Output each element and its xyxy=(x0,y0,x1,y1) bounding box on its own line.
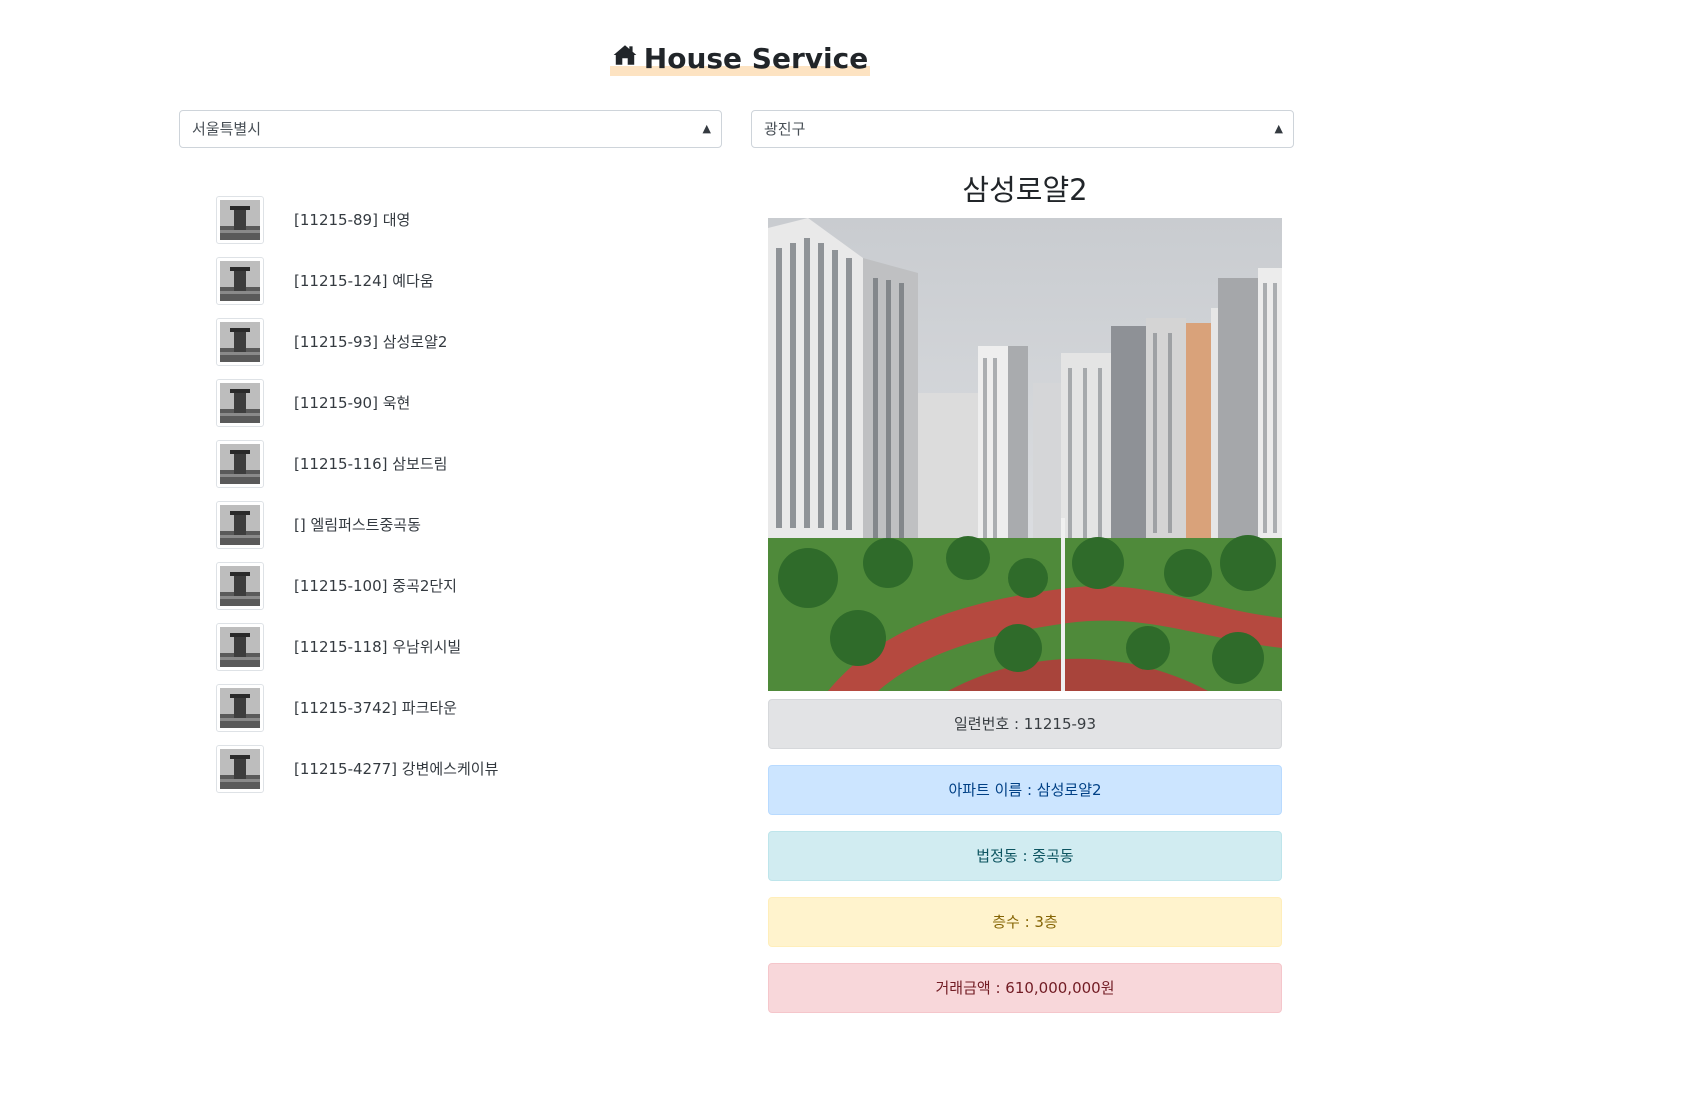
apartment-label: [11215-116] 삼보드림 xyxy=(294,455,448,473)
apartment-photo xyxy=(768,218,1282,691)
house-icon xyxy=(612,42,638,76)
legal-dong-info: 법정동 : 중곡동 xyxy=(768,831,1282,881)
apartment-label: [11215-3742] 파크타운 xyxy=(294,699,457,717)
brand[interactable]: House Service xyxy=(609,42,871,76)
floor-info: 층수 : 3층 xyxy=(768,897,1282,947)
apartment-label: [11215-93] 삼성로얄2 xyxy=(294,333,448,351)
sido-select-value: 서울특별시 xyxy=(192,120,262,138)
page-title: House Service xyxy=(643,42,869,75)
apartment-list-item[interactable]: [11215-116] 삼보드림 xyxy=(216,433,696,494)
apartment-label: [11215-118] 우남위시빌 xyxy=(294,638,462,656)
apartment-thumbnail xyxy=(216,378,264,427)
apartment-thumbnail xyxy=(216,744,264,793)
apartment-label: [11215-124] 예다움 xyxy=(294,272,434,290)
apartment-label: [11215-4277] 강변에스케이뷰 xyxy=(294,760,499,778)
apartment-name-info: 아파트 이름 : 삼성로얄2 xyxy=(768,765,1282,815)
select-caret-icon: ▲ xyxy=(702,122,711,135)
apartment-detail: 삼성로얄2 일련번호: 11215-93 아파트 이름: 삼성로얄2 법정동… xyxy=(768,166,1282,1013)
apartment-list-item[interactable]: [11215-3742] 파크타운 xyxy=(216,677,696,738)
apartment-thumbnail xyxy=(216,256,264,305)
select-caret-icon: ▲ xyxy=(1274,122,1283,135)
gugun-select[interactable]: 광진구 ▲ xyxy=(751,110,1294,148)
apartment-list-item[interactable]: [11215-89] 대영 xyxy=(216,189,696,250)
apartment-thumbnail xyxy=(216,195,264,244)
apartment-list-item[interactable]: [11215-118] 우남위시빌 xyxy=(216,616,696,677)
apartment-thumbnail xyxy=(216,439,264,488)
apartment-list-item[interactable]: [11215-93] 삼성로얄2 xyxy=(216,311,696,372)
apartment-list-item[interactable]: [11215-90] 욱현 xyxy=(216,372,696,433)
apartment-thumbnail xyxy=(216,683,264,732)
apartment-label: [11215-90] 욱현 xyxy=(294,394,411,412)
apartment-list-item[interactable]: [11215-4277] 강변에스케이뷰 xyxy=(216,738,696,799)
detail-title: 삼성로얄2 xyxy=(962,173,1088,207)
serial-number-info: 일련번호 : 11215-93 xyxy=(768,699,1282,749)
apartment-label: [11215-89] 대영 xyxy=(294,211,411,229)
apartment-list-item[interactable]: [11215-124] 예다움 xyxy=(216,250,696,311)
apartment-thumbnail xyxy=(216,317,264,366)
sido-select[interactable]: 서울특별시 ▲ xyxy=(179,110,722,148)
price-info: 거래금액 : 610,000,000원 xyxy=(768,963,1282,1013)
apartment-list-item[interactable]: [11215-100] 중곡2단지 xyxy=(216,555,696,616)
apartment-thumbnail xyxy=(216,500,264,549)
apartment-list: [11215-89] 대영 [11215-124] 예다움 [11215-93] 삼… xyxy=(216,189,696,799)
apartment-label: [] 엘림퍼스트중곡동 xyxy=(294,516,421,534)
apartment-label: [11215-100] 중곡2단지 xyxy=(294,577,457,595)
apartment-thumbnail xyxy=(216,622,264,671)
gugun-select-value: 광진구 xyxy=(764,120,806,138)
apartment-list-item[interactable]: [] 엘림퍼스트중곡동 xyxy=(216,494,696,555)
apartment-thumbnail xyxy=(216,561,264,610)
page-header: House Service xyxy=(0,42,1480,76)
